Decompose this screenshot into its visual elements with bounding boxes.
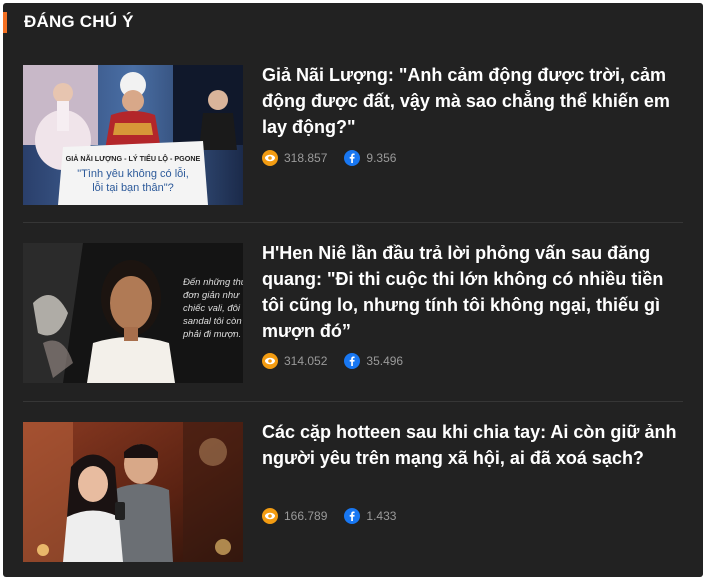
section-header: ĐÁNG CHÚ Ý [3, 3, 703, 41]
article-stats: 314.052 35.496 [262, 353, 420, 369]
thumbnail-image-1: GIẢ NÃI LƯỢNG - LÝ TIỂU LỘ - PGONE "Tình… [23, 65, 243, 205]
share-count-value: 9.356 [366, 151, 397, 165]
article-headline[interactable]: H'Hen Niê lần đầu trả lời phỏng vấn sau … [262, 240, 682, 344]
thumb-caption-top: GIẢ NÃI LƯỢNG - LÝ TIỂU LỘ - PGONE [66, 154, 201, 163]
divider [23, 401, 683, 402]
share-count-value: 35.496 [366, 354, 404, 368]
article-item: Các cặp hotteen sau khi chia tay: Ai còn… [23, 422, 683, 562]
article-stats: 318.857 9.356 [262, 150, 413, 166]
eye-icon [262, 150, 278, 166]
article-headline[interactable]: Các cặp hotteen sau khi chia tay: Ai còn… [262, 419, 682, 471]
thumbnail-image-3 [23, 422, 243, 562]
share-count: 1.433 [344, 508, 396, 524]
view-count-value: 318.857 [284, 151, 328, 165]
view-count: 166.789 [262, 508, 327, 524]
view-count: 314.052 [262, 353, 327, 369]
share-count-value: 1.433 [366, 509, 397, 523]
featured-panel: ĐÁNG CHÚ Ý GIẢ NÃI LƯỢNG - LÝ TIỂU LỘ - … [3, 3, 703, 577]
eye-icon [262, 508, 278, 524]
facebook-icon [344, 508, 361, 524]
view-count: 318.857 [262, 150, 327, 166]
article-thumbnail[interactable]: Đến những thứ đơn giản như chiếc vali, đ… [23, 243, 243, 383]
thumb-quote: Đến những thứ đơn giản như chiếc vali, đ… [182, 277, 243, 340]
divider [23, 222, 683, 223]
thumbnail-image-2: Đến những thứ đơn giản như chiếc vali, đ… [23, 243, 243, 383]
article-item: GIẢ NÃI LƯỢNG - LÝ TIỂU LỘ - PGONE "Tình… [23, 65, 683, 205]
article-thumbnail[interactable] [23, 422, 243, 562]
section-title: ĐÁNG CHÚ Ý [24, 12, 134, 31]
article-item: Đến những thứ đơn giản như chiếc vali, đ… [23, 243, 683, 383]
facebook-icon [344, 353, 361, 369]
article-stats: 166.789 1.433 [262, 508, 413, 524]
thumb-caption-line2: lỗi tại bạn thân"? [92, 181, 174, 194]
thumb-caption-line1: "Tình yêu không có lỗi, [77, 167, 189, 180]
eye-icon [262, 353, 278, 369]
view-count-value: 314.052 [284, 354, 328, 368]
share-count: 9.356 [344, 150, 396, 166]
header-accent-bar [3, 12, 7, 33]
article-headline[interactable]: Giả Nãi Lượng: "Anh cảm động được trời, … [262, 62, 682, 140]
share-count: 35.496 [344, 353, 403, 369]
facebook-icon [344, 150, 361, 166]
article-thumbnail[interactable]: GIẢ NÃI LƯỢNG - LÝ TIỂU LỘ - PGONE "Tình… [23, 65, 243, 205]
view-count-value: 166.789 [284, 509, 328, 523]
